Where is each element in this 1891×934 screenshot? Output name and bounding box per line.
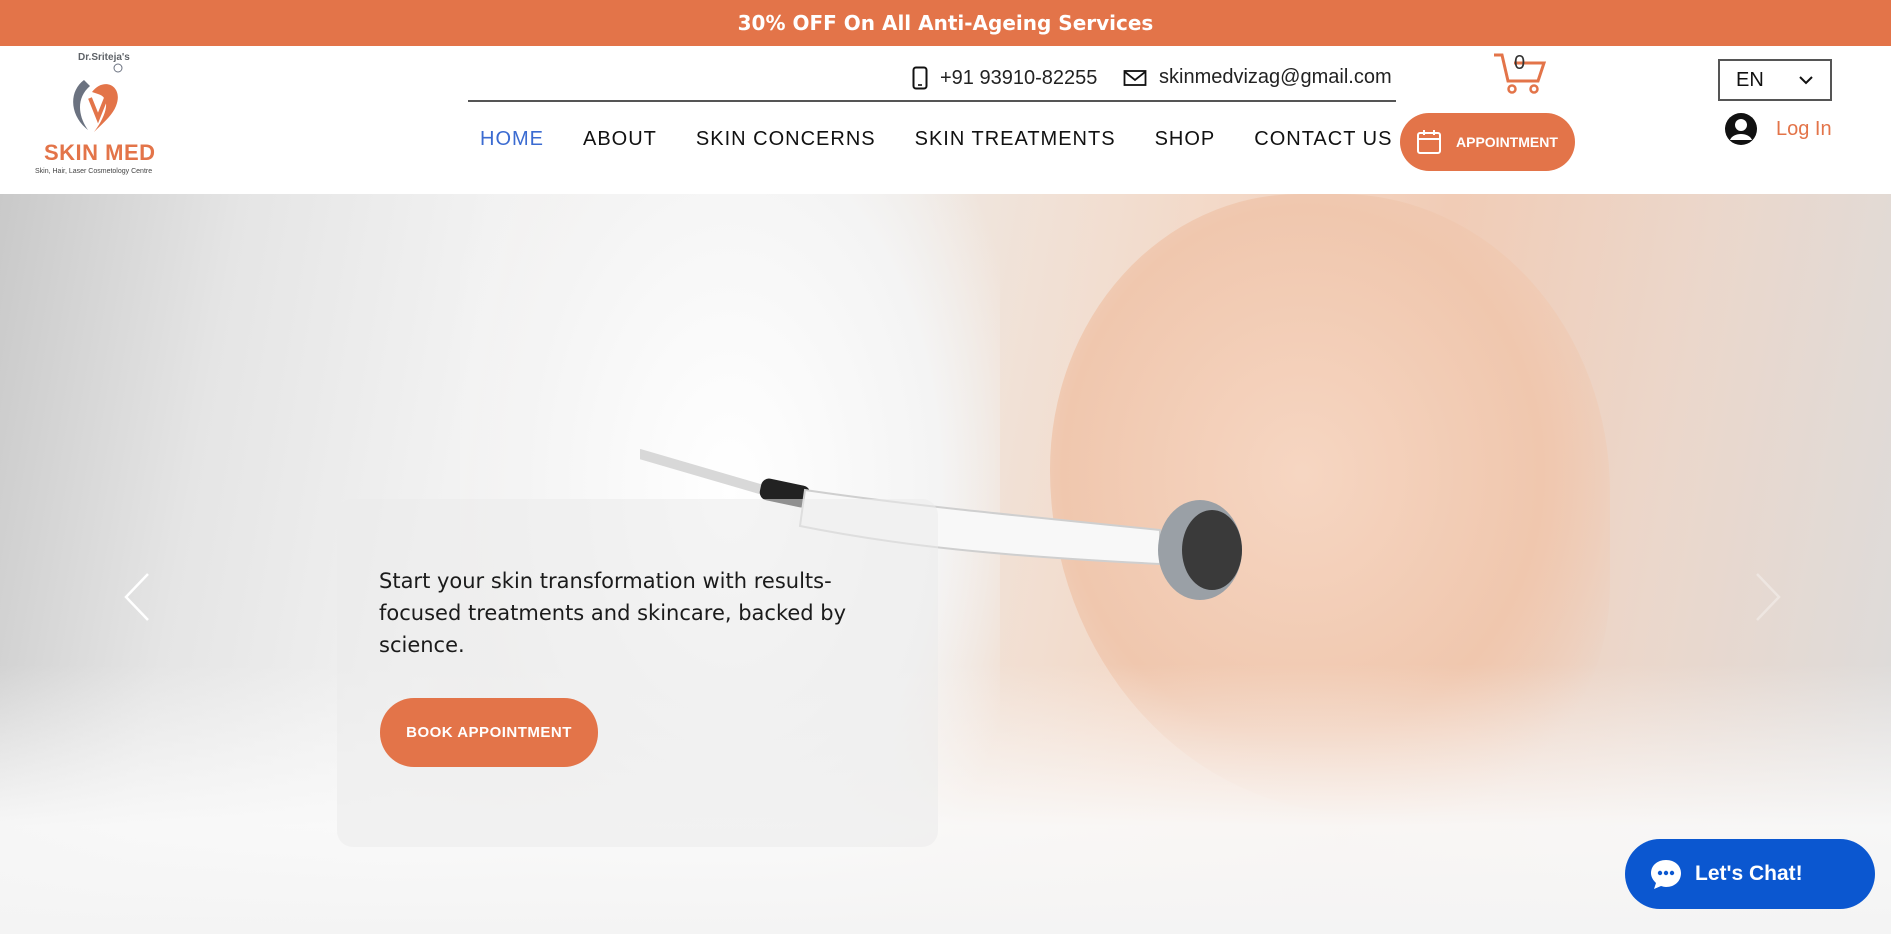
site-logo[interactable]: Dr.Sriteja's SKIN MED Skin, Hair, Laser …	[32, 48, 182, 178]
appointment-button-label: APPOINTMENT	[1456, 134, 1558, 150]
promo-text[interactable]: 30% OFF On All Anti-Ageing Services	[738, 11, 1154, 35]
phone-number[interactable]: +91 93910-82255	[940, 67, 1097, 90]
appointment-button[interactable]: APPOINTMENT	[1400, 113, 1575, 171]
cart-count: 0	[1514, 52, 1526, 74]
mail-icon	[1123, 69, 1147, 86]
logo-name: SKIN MED	[44, 140, 156, 165]
hero-slideshow: Start your skin transformation with resu…	[0, 194, 1891, 934]
chevron-right-icon[interactable]	[1753, 572, 1783, 622]
mobile-phone-icon	[912, 66, 928, 90]
login-label: Log In	[1776, 117, 1832, 140]
promo-banner[interactable]: 30% OFF On All Anti-Ageing Services	[0, 0, 1891, 46]
contact-bar: +91 93910-82255 skinmedvizag@gmail.com	[468, 56, 1396, 102]
phone-contact[interactable]: +91 93910-82255	[912, 66, 1097, 90]
book-appointment-button[interactable]: BOOK APPOINTMENT	[380, 698, 598, 767]
language-selector[interactable]: EN	[1718, 59, 1832, 101]
nav-item-home[interactable]: HOME	[480, 128, 544, 151]
chat-button-label: Let's Chat!	[1695, 862, 1803, 885]
logo-tagline: Skin, Hair, Laser Cosmetology Centre	[35, 168, 153, 175]
nav-item-skin-concerns[interactable]: SKIN CONCERNS	[696, 128, 876, 151]
main-nav: HOME ABOUT SKIN CONCERNS SKIN TREATMENTS…	[465, 128, 1431, 151]
hero-text: Start your skin transformation with resu…	[379, 569, 847, 657]
email-contact[interactable]: skinmedvizag@gmail.com	[1123, 66, 1392, 89]
nav-item-skin-treatments[interactable]: SKIN TREATMENTS	[915, 128, 1116, 151]
user-avatar-icon	[1725, 113, 1757, 145]
chevron-left-icon[interactable]	[122, 572, 152, 622]
nav-item-contact-us[interactable]: CONTACT US	[1254, 128, 1392, 151]
hero-photo-foreground	[0, 664, 1891, 934]
chat-button[interactable]: Let's Chat!	[1625, 839, 1875, 909]
chat-bubble-icon	[1651, 860, 1681, 889]
login-button[interactable]: Log In	[1724, 112, 1832, 146]
logo-mark-icon	[73, 63, 123, 132]
hero-text-card: Start your skin transformation with resu…	[337, 499, 938, 847]
nav-item-about[interactable]: ABOUT	[583, 128, 657, 151]
nav-item-shop[interactable]: SHOP	[1155, 128, 1216, 151]
calendar-icon	[1417, 130, 1441, 154]
site-header: Dr.Sriteja's SKIN MED Skin, Hair, Laser …	[0, 46, 1891, 194]
chevron-down-icon	[1799, 76, 1813, 85]
email-address[interactable]: skinmedvizag@gmail.com	[1159, 66, 1392, 89]
language-value: EN	[1736, 68, 1764, 91]
